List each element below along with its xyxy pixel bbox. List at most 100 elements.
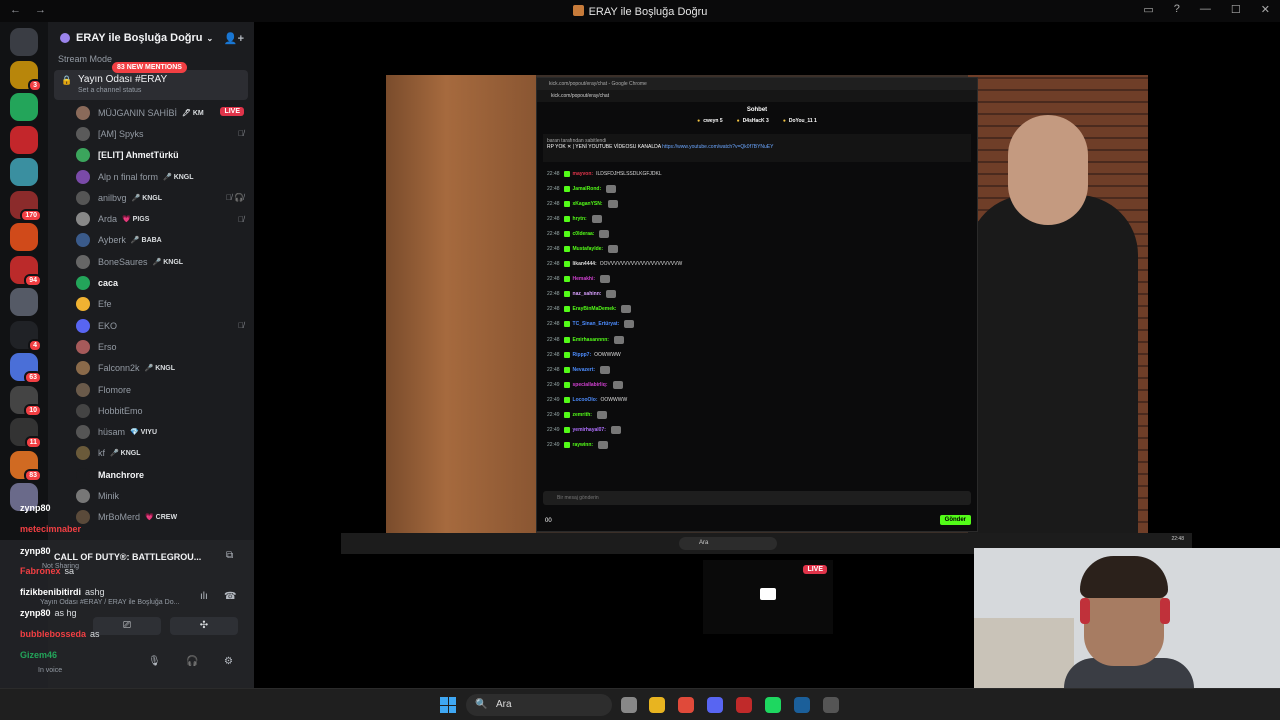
voice-member[interactable]: Minik (76, 485, 254, 506)
voice-member[interactable]: hüsam 💎 VIYU (76, 421, 254, 442)
message-time: 22:48 (547, 276, 560, 283)
windows-start-icon[interactable] (440, 697, 456, 713)
disconnect-icon[interactable]: ☎ (224, 591, 236, 602)
file-explorer-icon[interactable] (649, 697, 665, 713)
avatar (76, 339, 90, 354)
voice-member[interactable]: MrBoMerd 💗 CREW (76, 507, 254, 528)
server-icon[interactable]: 170 (10, 190, 42, 222)
minimize-button[interactable]: — (1200, 3, 1211, 16)
server-icon[interactable] (10, 125, 38, 154)
server-icon[interactable]: 83 (10, 450, 42, 482)
live-badge: LIVE (220, 107, 244, 116)
message-user[interactable]: zemrith: (573, 412, 592, 418)
server-icon[interactable]: 94 (10, 255, 42, 287)
screen-share-icon[interactable]: ⧉ (226, 550, 233, 561)
close-button[interactable]: ✕ (1261, 3, 1270, 16)
chrome-url[interactable]: kick.com/popout/eray/chat (537, 90, 977, 102)
message-user[interactable]: Hemakhi: (573, 276, 596, 282)
voice-member[interactable]: [ELIT] AhmetTürkü (76, 145, 254, 166)
voice-member[interactable]: kf 🎤 KNGL (76, 443, 254, 464)
voice-member[interactable]: HobbitEmo (76, 400, 254, 421)
server-icon[interactable]: 63 (10, 353, 42, 384)
server-icon[interactable]: 11 (10, 418, 42, 449)
voice-member[interactable]: MÜJGANIN SAHİBİ 🖊 KM LIVE (76, 102, 254, 123)
server-icon[interactable] (10, 223, 38, 251)
voice-member[interactable]: anilbvg 🎤 KNGL 🎙̸ 🎧̸ (76, 187, 254, 208)
voice-member[interactable]: [AM] Spyks 🎙̸ (76, 123, 254, 144)
task-view-icon[interactable] (621, 697, 637, 713)
misc-icon[interactable] (823, 697, 839, 713)
emote-icon (600, 275, 611, 284)
message-user[interactable]: naz_sahinn: (573, 291, 602, 297)
server-icon[interactable]: 10 (10, 385, 42, 417)
server-icon[interactable] (10, 93, 38, 121)
member-name: caca (98, 278, 119, 289)
message-user[interactable]: TC_Sinan_Ertüryat: (573, 321, 620, 327)
voice-member[interactable]: Erso (76, 336, 254, 357)
member-name: Arda (98, 214, 118, 225)
activities-button[interactable]: ✣ (170, 617, 238, 635)
voice-member[interactable]: EKO 🎙̸ (76, 315, 254, 336)
server-icon[interactable] (10, 158, 38, 186)
server-icon[interactable]: 4 (10, 320, 42, 352)
message-user[interactable]: mayvon: (573, 171, 594, 177)
window-title: ERAY ile Boşluğa Doğru (0, 5, 1280, 18)
inbox-icon[interactable]: ▭ (1143, 3, 1153, 16)
message-user[interactable]: Nevazert: (573, 367, 596, 373)
avatar (76, 382, 90, 397)
app-icon[interactable] (736, 697, 752, 713)
voice-member[interactable]: caca (76, 272, 254, 293)
help-icon[interactable]: ? (1174, 3, 1180, 16)
message-user[interactable]: xKaganYSN: (573, 201, 603, 207)
voice-member[interactable]: Falconn2k 🎤 KNGL (76, 358, 254, 379)
server-icon[interactable] (10, 288, 38, 316)
voice-member[interactable]: Arda 💗 PIGS 🎙̸ (76, 208, 254, 229)
settings-gear-icon[interactable]: ⚙ (224, 656, 233, 667)
message-time: 22:48 (547, 246, 560, 253)
share-screen-button[interactable]: ⎚ (93, 617, 161, 635)
maximize-button[interactable]: ☐ (1231, 3, 1241, 16)
steam-icon[interactable] (794, 697, 810, 713)
voice-member[interactable]: Ayberk 🎤 BABA (76, 230, 254, 251)
message-user[interactable]: c0lderaa: (573, 231, 595, 237)
kick-chat-header: Sohbet (746, 107, 768, 113)
title-bar: ← → ERAY ile Boşluğa Doğru ▭ ? — ☐ ✕ (0, 0, 1280, 22)
guild-header[interactable]: ERAY ile Boşluğa Doğru ⌄ 👤+ (48, 22, 254, 54)
member-tag: 🎤 KNGL (144, 365, 176, 373)
message-user[interactable]: Rippp7: (573, 352, 592, 358)
message-user[interactable]: Emirhasannnn: (573, 337, 609, 343)
kick-chat-input[interactable]: Bir mesaj gönderin (543, 491, 971, 505)
emote-icon (599, 229, 610, 238)
message-user[interactable]: yemirhayal07: (573, 427, 606, 433)
stream-tile[interactable]: LIVE (703, 560, 833, 634)
chrome-icon[interactable] (678, 697, 694, 713)
server-icon[interactable]: 3 (10, 60, 42, 92)
spotify-icon[interactable] (765, 697, 781, 713)
new-mentions-badge[interactable]: 83 NEW MENTIONS (112, 62, 187, 73)
voice-member[interactable]: Efe (76, 294, 254, 315)
add-user-icon[interactable]: 👤+ (224, 32, 244, 45)
discord-icon[interactable] (707, 697, 723, 713)
pinned-link[interactable]: https://www.youtube.com/watch?v=Qk0f7BYN… (662, 144, 773, 150)
voice-member[interactable]: Flomore (76, 379, 254, 400)
message-user[interactable]: Mustafaylde: (573, 246, 604, 252)
message-user[interactable]: LocooOlo: (573, 397, 598, 403)
server-icon[interactable] (10, 28, 38, 56)
voice-member[interactable]: BoneSaures 🎤 KNGL (76, 251, 254, 272)
message-user[interactable]: speciallabirliq: (573, 382, 608, 388)
message-user[interactable]: JamalRond: (573, 186, 602, 192)
app-root: ← → ERAY ile Boşluğa Doğru ▭ ? — ☐ ✕ 3 17… (0, 0, 1280, 720)
channel-status[interactable]: Set a channel status (78, 87, 141, 94)
message-user[interactable]: raywinn: (573, 442, 594, 448)
voice-member[interactable]: Alp n final form 🎤 KNGL (76, 166, 254, 187)
send-button[interactable]: Gönder (939, 515, 971, 525)
voice-member[interactable]: Manchrore (76, 464, 254, 485)
badge-icon (563, 185, 570, 192)
message-user[interactable]: likan4444: (573, 261, 597, 267)
message-user[interactable]: ErayBinMaDemek: (573, 306, 617, 312)
voice-channel[interactable]: 🔒 Yayın Odası #ERAY Set a channel status (54, 70, 248, 100)
microphone-icon[interactable]: 🎙 (148, 656, 161, 667)
headphones-icon[interactable]: 🎧 (186, 656, 198, 667)
taskbar-search[interactable]: 🔍 Ara (466, 694, 612, 716)
message-user[interactable]: hrytn: (573, 216, 587, 222)
